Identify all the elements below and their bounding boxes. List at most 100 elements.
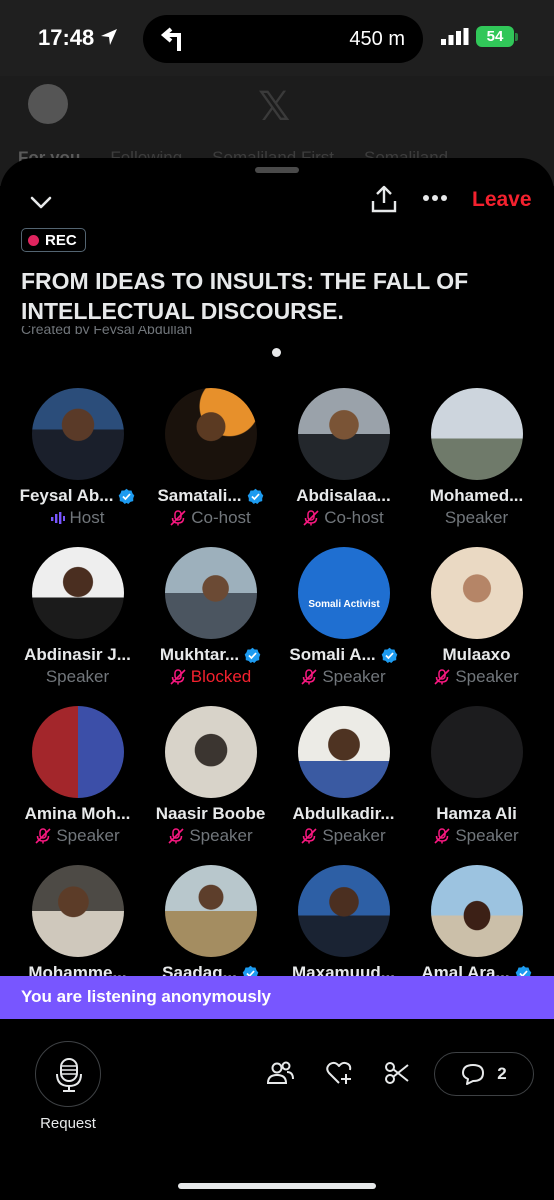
participant-name-text: Mohamed... [429,486,524,505]
participant-name-text: Samatali... [157,486,242,505]
sheet-grabber[interactable] [255,167,299,173]
request-mic-button[interactable] [35,1041,101,1107]
leave-button[interactable]: Leave [472,188,532,212]
avatar[interactable] [431,388,523,480]
participant-name: Hamza Ali [410,804,543,824]
avatar[interactable] [298,388,390,480]
signal-icon [441,28,469,45]
participant-name-text: Mulaaxo [442,645,511,664]
participant-name-text: Feysal Ab... [19,486,114,505]
mic-off-icon [434,828,450,844]
participant-card[interactable]: Abdisalaa... Co-host [277,388,410,538]
avatar[interactable] [32,706,124,798]
verified-badge-icon [381,647,397,663]
participant-name-text: Abdulkadir... [292,804,395,823]
avatar[interactable] [165,547,257,639]
mic-off-icon [434,669,450,685]
participant-name: Mulaaxo [410,645,543,665]
x-logo-icon: 𝕏 [258,85,291,129]
avatar[interactable] [298,865,390,957]
participant-role-text: Speaker [455,667,519,686]
participant-role-text: Blocked [190,667,252,686]
participant-card[interactable]: Hamza Ali Speaker [410,706,543,856]
chevron-down-icon[interactable] [28,189,54,215]
avatar[interactable] [32,388,124,480]
anonymous-banner: You are listening anonymously [0,976,554,1019]
avatar[interactable] [32,547,124,639]
participant-card[interactable]: Mulaaxo Speaker [410,547,543,697]
avatar[interactable] [298,706,390,798]
participant-name-text: Somali A... [289,645,376,664]
avatar[interactable] [431,706,523,798]
battery-icon: 54 [476,26,514,47]
microphone-icon [56,1058,82,1092]
participant-name: Mukhtar... [144,645,277,665]
rec-label: REC [45,231,77,249]
participant-role: Co-host [277,508,410,528]
verified-badge-icon [244,647,261,663]
participant-card[interactable]: Mohamed... Speaker [410,388,543,538]
space-title: FROM IDEAS TO INSULTS: THE FALL OF INTEL… [21,268,469,324]
avatar[interactable] [431,865,523,957]
avatar-text: Somali Activist [308,599,380,610]
participant-card[interactable]: Abdinasir J... Speaker [11,547,144,697]
verified-badge-icon [247,488,263,504]
participant-role: Speaker [277,826,410,846]
participant-name-text: Abdisalaa... [296,486,391,505]
avatar[interactable] [165,388,257,480]
participant-name: Mohamed... [410,486,543,506]
avatar[interactable]: Somali Activist [298,547,390,639]
participant-name: Somali A... [277,645,410,665]
avatar[interactable] [32,865,124,957]
avatar[interactable] [165,706,257,798]
participant-name: Samatali... [144,486,277,506]
verified-badge-icon [119,488,135,504]
participant-role: Speaker [144,826,277,846]
comment-count: 2 [497,1064,507,1083]
comments-button[interactable]: 2 [434,1052,534,1096]
participant-role-text: Speaker [189,826,253,845]
participant-role: Speaker [410,667,543,687]
participant-name-text: Naasir Boobe [155,804,266,823]
mic-off-icon [170,510,186,526]
rec-badge: REC [21,228,86,252]
more-options-icon[interactable] [422,194,448,202]
participant-role-text: Speaker [56,826,120,845]
participant-name: Naasir Boobe [144,804,277,824]
participant-role-text: Host [69,508,105,527]
people-icon[interactable] [266,1059,294,1087]
avatar[interactable] [431,547,523,639]
participant-role: Speaker [277,667,410,687]
participant-card[interactable]: Somali Activist Somali A... Speaker [277,547,410,697]
space-sheet: Leave REC FROM IDEAS TO INSULTS: THE FAL… [0,158,554,1200]
participant-role: Speaker [410,508,543,528]
participant-card[interactable]: Mukhtar... Blocked [144,547,277,697]
nav-distance: 450 m [349,28,405,50]
status-time: 17:48 [38,25,95,50]
request-label: Request [40,1115,96,1132]
mic-off-icon [168,828,184,844]
battery-level: 54 [486,28,504,45]
participant-card[interactable]: Samatali... Co-host [144,388,277,538]
participant-name-text: Mukhtar... [159,645,240,664]
participant-card[interactable]: Feysal Ab... Host [11,388,144,538]
participant-name-text: Abdinasir J... [24,645,131,664]
mic-off-icon [35,828,51,844]
participant-name: Amina Moh... [11,804,144,824]
avatar[interactable] [165,865,257,957]
dynamic-island[interactable]: 450 m [143,15,423,63]
host-bars-icon [50,512,65,524]
share-icon[interactable] [370,184,398,214]
participant-card[interactable]: Abdulkadir... Speaker [277,706,410,856]
location-arrow-icon [101,29,117,45]
participant-role-text: Speaker [322,667,386,686]
participant-card[interactable]: Amina Moh... Speaker [11,706,144,856]
bottom-bar: Request 2 [0,1019,554,1200]
mic-off-icon [303,510,319,526]
participant-role-text: Co-host [191,508,251,527]
scissors-icon[interactable] [383,1059,411,1087]
home-indicator[interactable] [178,1183,376,1189]
heart-add-icon[interactable] [325,1059,353,1087]
participant-name: Abdulkadir... [277,804,410,824]
participant-card[interactable]: Naasir Boobe Speaker [144,706,277,856]
